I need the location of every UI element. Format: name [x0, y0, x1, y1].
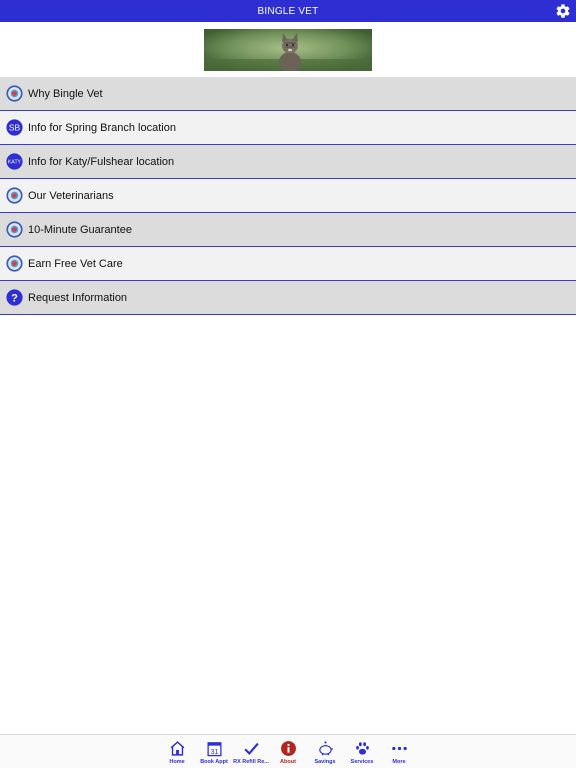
menu-item-label: Why Bingle Vet: [28, 87, 103, 100]
info-icon: [280, 741, 296, 756]
tab-more[interactable]: More: [381, 740, 417, 768]
svg-text:31: 31: [210, 748, 218, 756]
menu-item-label: Info for Katy/Fulshear location: [28, 155, 175, 168]
more-dots-icon: [391, 746, 407, 751]
tab-services[interactable]: Services: [344, 740, 380, 768]
menu-item-request-information[interactable]: ? Request Information: [0, 281, 576, 315]
tab-rx-refill[interactable]: RX Refill Re...: [233, 740, 269, 768]
logo-icon: [6, 221, 23, 238]
menu-item-label: Our Veterinarians: [28, 189, 114, 202]
logo-icon: [6, 187, 23, 204]
menu-item-spring-branch[interactable]: SB Info for Spring Branch location: [0, 111, 576, 145]
app-header: BINGLE VET: [0, 0, 576, 22]
menu-item-label: Request Information: [28, 291, 128, 304]
tab-home[interactable]: Home: [159, 740, 195, 768]
menu-item-katy-fulshear[interactable]: KATY Info for Katy/Fulshear location: [0, 145, 576, 179]
menu-item-10-minute-guarantee[interactable]: 10-Minute Guarantee: [0, 213, 576, 247]
svg-text:?: ?: [11, 292, 18, 304]
menu-item-earn-free-vet-care[interactable]: Earn Free Vet Care: [0, 247, 576, 281]
svg-text:SB: SB: [9, 123, 21, 133]
menu-item-label: Info for Spring Branch location: [28, 121, 176, 134]
logo-icon: [6, 85, 23, 102]
logo-icon: [6, 255, 23, 272]
katy-badge-icon: KATY: [6, 153, 23, 170]
gear-icon[interactable]: [555, 3, 571, 19]
checkmark-icon: [243, 742, 259, 756]
tab-book-appt[interactable]: 31 Book Appt: [196, 740, 232, 768]
menu-item-why-bingle-vet[interactable]: Why Bingle Vet: [0, 77, 576, 111]
banner-image: [204, 29, 372, 71]
tab-savings[interactable]: Savings: [307, 740, 343, 768]
menu-item-label: 10-Minute Guarantee: [28, 223, 132, 236]
piggy-bank-icon: [318, 741, 333, 756]
app-title: BINGLE VET: [257, 5, 319, 17]
main-menu: Why Bingle Vet SB Info for Spring Branch…: [0, 77, 576, 315]
cat-photo: [204, 29, 372, 71]
question-icon: ?: [6, 289, 23, 306]
tab-about[interactable]: About: [270, 740, 306, 768]
paw-icon: [355, 742, 369, 755]
menu-item-our-veterinarians[interactable]: Our Veterinarians: [0, 179, 576, 213]
calendar-icon: 31: [206, 742, 222, 757]
home-icon: [170, 741, 184, 756]
bottom-tab-bar: Home 31 Book Appt RX Refill Re... About: [0, 734, 576, 768]
svg-text:KATY: KATY: [8, 159, 22, 165]
sb-badge-icon: SB: [6, 119, 23, 136]
menu-item-label: Earn Free Vet Care: [28, 257, 123, 270]
